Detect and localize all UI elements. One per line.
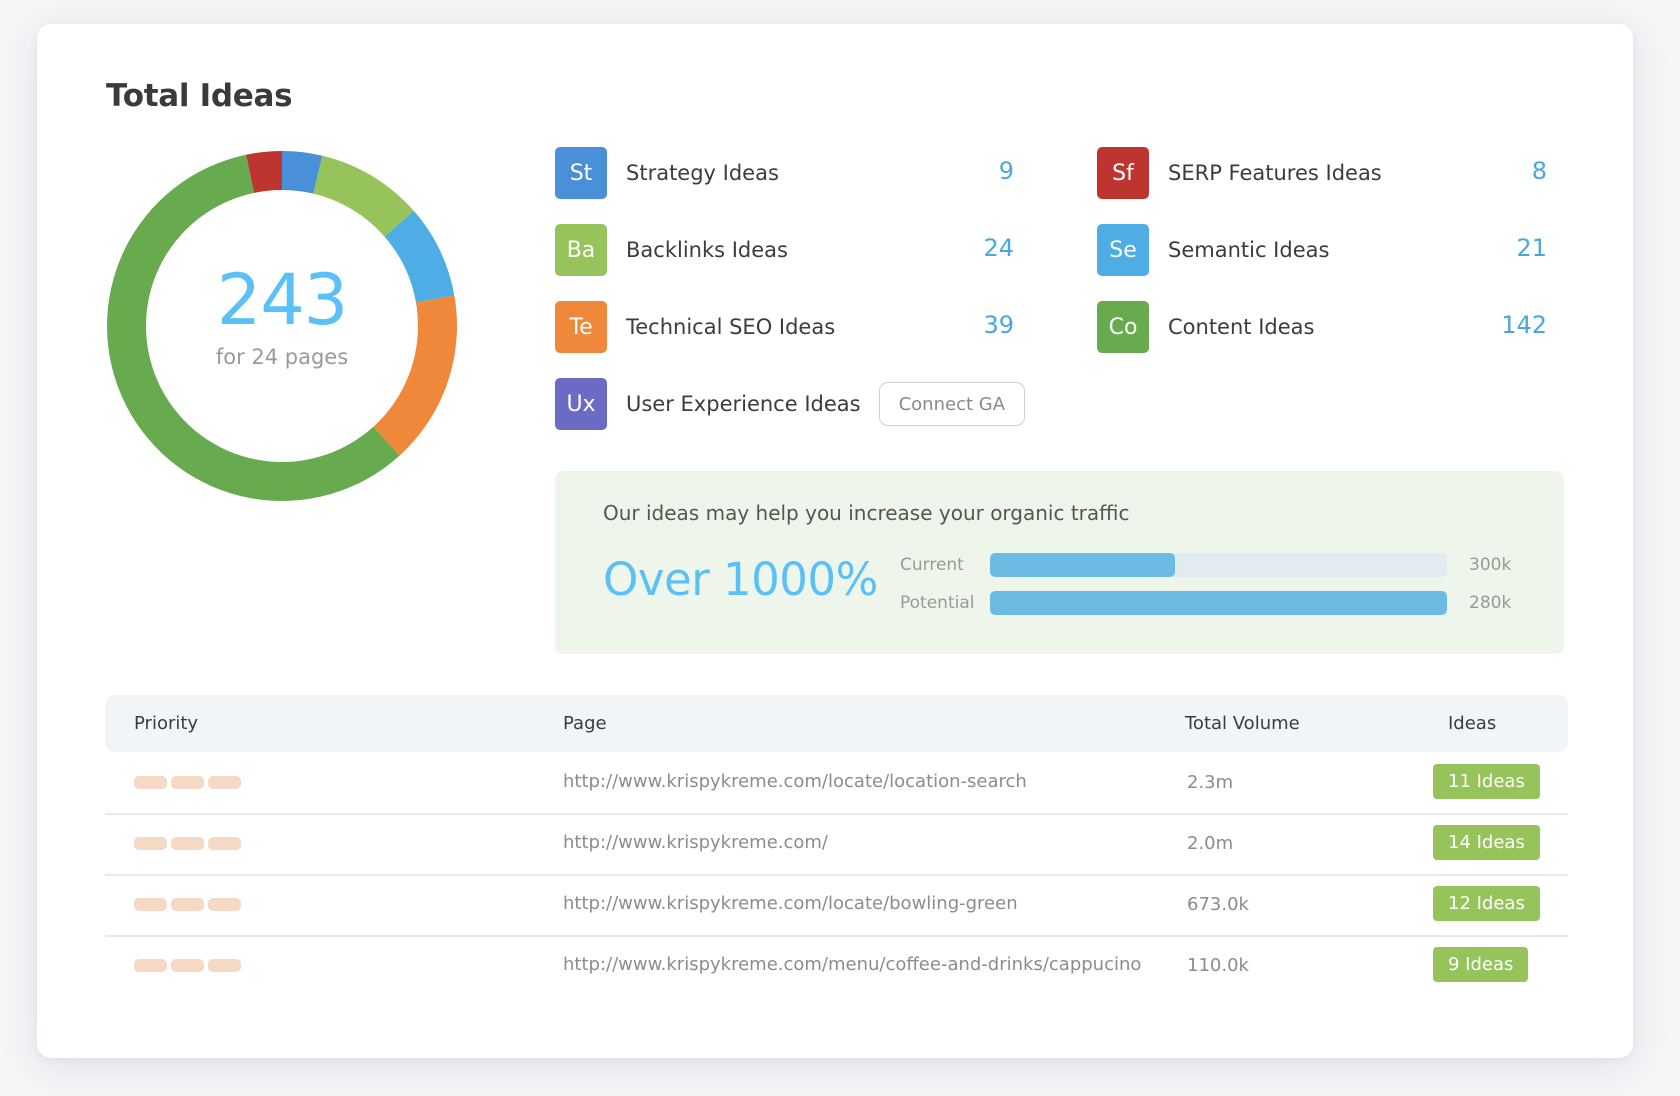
technical-seo-count[interactable]: 39	[934, 311, 1014, 339]
user-experience-icon: Ux	[555, 378, 607, 430]
priority-pill	[134, 776, 167, 789]
semantic-icon: Se	[1097, 224, 1149, 276]
priority-pill	[171, 837, 204, 850]
priority-pill	[208, 959, 241, 972]
category-label: User Experience Ideas	[626, 392, 861, 416]
promo-headline: Over 1000%	[603, 553, 878, 606]
total-volume: 2.0m	[1187, 833, 1234, 854]
table-row: http://www.krispykreme.com/locate/locati…	[105, 752, 1568, 815]
column-header-priority[interactable]: Priority	[134, 713, 198, 734]
priority-indicator	[134, 898, 241, 911]
column-header-ideas[interactable]: Ideas	[1448, 713, 1496, 734]
priority-pill	[171, 898, 204, 911]
strategy-icon: St	[555, 147, 607, 199]
backlinks-count[interactable]: 24	[934, 234, 1014, 262]
priority-pill	[134, 959, 167, 972]
page-title: Total Ideas	[106, 78, 293, 114]
backlinks-icon: Ba	[555, 224, 607, 276]
semantic-count[interactable]: 21	[1467, 234, 1547, 262]
category-label: SERP Features Ideas	[1168, 161, 1382, 185]
table-header: Priority Page Total Volume Ideas	[105, 695, 1568, 752]
donut-total: 243	[216, 259, 349, 341]
priority-pill	[171, 776, 204, 789]
donut-subtitle: for 24 pages	[215, 345, 349, 369]
total-volume: 110.0k	[1187, 955, 1249, 976]
column-header-page[interactable]: Page	[563, 713, 607, 734]
category-label: Technical SEO Ideas	[626, 315, 836, 339]
priority-pill	[134, 898, 167, 911]
current-traffic-bar-fill	[990, 553, 1176, 577]
priority-indicator	[134, 959, 241, 972]
category-semantic[interactable]: Se Semantic Ideas	[1097, 224, 1329, 276]
category-label: Semantic Ideas	[1168, 238, 1330, 262]
category-serp-features[interactable]: Sf SERP Features Ideas	[1097, 147, 1382, 199]
category-label: Content Ideas	[1168, 315, 1315, 339]
column-header-total-volume[interactable]: Total Volume	[1185, 713, 1300, 734]
content-icon: Co	[1097, 301, 1149, 353]
ideas-badge[interactable]: 9 Ideas	[1433, 947, 1529, 982]
category-strategy[interactable]: St Strategy Ideas	[555, 147, 779, 199]
page-url[interactable]: http://www.krispykreme.com/locate/bowlin…	[563, 893, 1018, 914]
donut-center: 243 for 24 pages	[107, 151, 457, 501]
table-row: http://www.krispykreme.com/ 2.0m 14 Idea…	[105, 813, 1568, 876]
promo-text: Our ideas may help you increase your org…	[603, 501, 1130, 525]
ideas-badge[interactable]: 14 Ideas	[1433, 825, 1540, 860]
potential-traffic-bar	[990, 591, 1447, 615]
category-content[interactable]: Co Content Ideas	[1097, 301, 1314, 353]
traffic-promo-box: Our ideas may help you increase your org…	[555, 471, 1564, 654]
page-url[interactable]: http://www.krispykreme.com/menu/coffee-a…	[563, 954, 1141, 975]
serp-features-icon: Sf	[1097, 147, 1149, 199]
priority-pill	[171, 959, 204, 972]
category-label: Strategy Ideas	[626, 161, 779, 185]
page-url[interactable]: http://www.krispykreme.com/locate/locati…	[563, 771, 1027, 792]
serp-features-count[interactable]: 8	[1467, 157, 1547, 185]
content-count[interactable]: 142	[1467, 311, 1547, 339]
table-row: http://www.krispykreme.com/menu/coffee-a…	[105, 935, 1568, 996]
page-url[interactable]: http://www.krispykreme.com/	[563, 832, 828, 853]
ideas-badge[interactable]: 11 Ideas	[1433, 764, 1540, 799]
priority-pill	[134, 837, 167, 850]
potential-traffic-bar-fill	[990, 591, 1447, 615]
potential-bar-label: Potential	[900, 593, 975, 613]
potential-bar-value: 280k	[1469, 593, 1512, 613]
total-volume: 673.0k	[1187, 894, 1249, 915]
table-row: http://www.krispykreme.com/locate/bowlin…	[105, 874, 1568, 937]
priority-pill	[208, 776, 241, 789]
priority-pill	[208, 898, 241, 911]
current-bar-value: 300k	[1469, 555, 1512, 575]
category-user-experience[interactable]: Ux User Experience Ideas Connect GA	[555, 378, 1026, 430]
priority-indicator	[134, 837, 241, 850]
current-bar-label: Current	[900, 555, 964, 575]
category-backlinks[interactable]: Ba Backlinks Ideas	[555, 224, 788, 276]
priority-indicator	[134, 776, 241, 789]
current-traffic-bar	[990, 553, 1447, 577]
strategy-count[interactable]: 9	[934, 157, 1014, 185]
category-technical-seo[interactable]: Te Technical SEO Ideas	[555, 301, 835, 353]
technical-seo-icon: Te	[555, 301, 607, 353]
ideas-badge[interactable]: 12 Ideas	[1433, 886, 1540, 921]
category-label: Backlinks Ideas	[626, 238, 788, 262]
total-volume: 2.3m	[1187, 772, 1234, 793]
connect-ga-button[interactable]: Connect GA	[878, 382, 1026, 426]
priority-pill	[208, 837, 241, 850]
